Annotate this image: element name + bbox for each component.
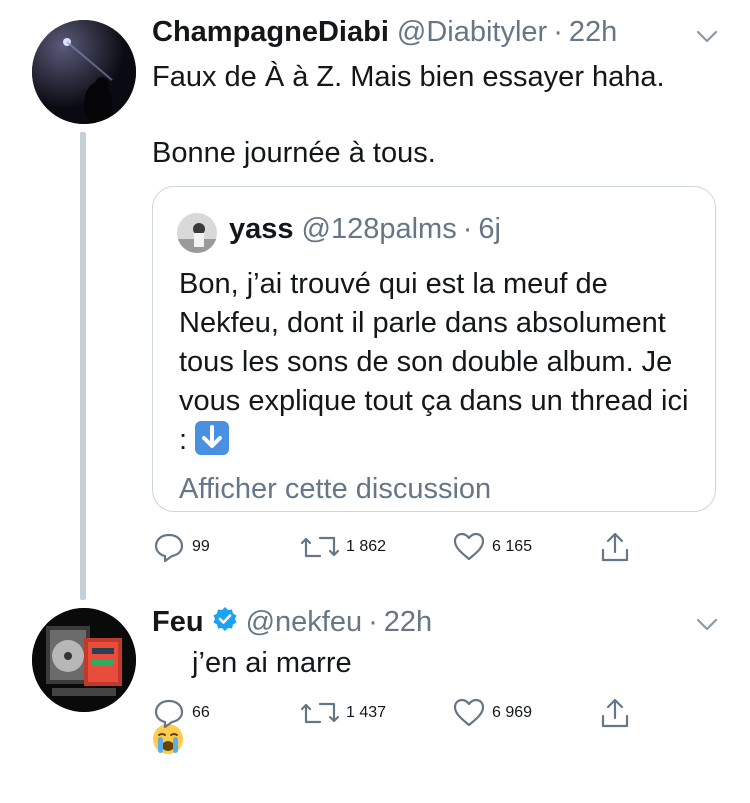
- quoted-text-body: Bon, j’ai trouvé qui est la meuf de Nekf…: [179, 268, 689, 456]
- verified-badge-icon: [212, 606, 238, 640]
- share-icon: [601, 698, 629, 728]
- quoted-timestamp: 6j: [478, 213, 501, 245]
- heart-icon: [453, 532, 485, 561]
- retweet-count: 1 437: [346, 704, 387, 721]
- down-arrow-emoji-icon: [195, 421, 230, 455]
- tweet-champagnediabi[interactable]: ChampagneDiabi @Diabityler · 22h Faux de…: [0, 0, 750, 600]
- show-thread-link[interactable]: Afficher cette discussion: [179, 473, 491, 506]
- tweet-feu[interactable]: Feu @nekfeu · 22h j’en ai marre 66 1 437…: [0, 600, 750, 754]
- heart-icon: [453, 698, 485, 727]
- reply-count: 99: [192, 538, 210, 555]
- reply-button[interactable]: 66: [152, 696, 210, 730]
- reply-count: 66: [192, 704, 210, 721]
- tweet-header: Feu @nekfeu · 22h: [152, 606, 432, 640]
- separator: ·: [462, 213, 473, 245]
- reply-icon: [154, 699, 184, 729]
- like-button[interactable]: 6 165: [452, 530, 532, 564]
- avatar[interactable]: [32, 608, 136, 712]
- reply-button[interactable]: 99: [152, 530, 210, 564]
- quoted-avatar: [177, 213, 217, 253]
- share-button[interactable]: [598, 696, 632, 730]
- like-count: 6 165: [492, 538, 533, 555]
- author-handle[interactable]: @nekfeu: [246, 606, 363, 639]
- tweet-text-body: j’en ai marre: [184, 647, 352, 679]
- retweet-icon: [300, 702, 340, 724]
- like-count: 6 969: [492, 704, 533, 721]
- quoted-author-handle: @128palms: [301, 213, 457, 245]
- share-button[interactable]: [598, 530, 632, 564]
- retweet-button[interactable]: 1 437: [300, 696, 386, 730]
- retweet-icon: [300, 536, 340, 558]
- quoted-text: Bon, j’ai trouvé qui est la meuf de Nekf…: [179, 265, 699, 460]
- retweet-button[interactable]: 1 862: [300, 530, 386, 564]
- separator: ·: [553, 16, 563, 48]
- avatar[interactable]: [32, 20, 136, 124]
- tweet-text: j’en ai marre: [152, 644, 712, 754]
- quoted-tweet[interactable]: yass @128palms · 6j Bon, j’ai trouvé qui…: [152, 186, 716, 512]
- timestamp[interactable]: 22h: [569, 16, 617, 49]
- tweet-text: Faux de À à Z. Mais bien essayer haha. B…: [152, 61, 665, 169]
- timestamp[interactable]: 22h: [384, 606, 432, 639]
- crying-face-emoji-icon: [152, 647, 184, 754]
- quoted-header: yass @128palms · 6j: [229, 213, 501, 246]
- author-name[interactable]: Feu: [152, 606, 204, 639]
- separator: ·: [368, 606, 378, 638]
- reply-icon: [154, 533, 184, 563]
- chevron-down-icon[interactable]: [692, 610, 722, 640]
- author-name[interactable]: ChampagneDiabi: [152, 16, 389, 49]
- quoted-author-name: yass: [229, 213, 294, 245]
- author-handle[interactable]: @Diabityler: [397, 16, 547, 49]
- retweet-count: 1 862: [346, 538, 387, 555]
- share-icon: [601, 532, 629, 562]
- chevron-down-icon[interactable]: [692, 22, 722, 52]
- thread-line: [80, 132, 86, 600]
- tweet-header: ChampagneDiabi @Diabityler · 22h: [152, 16, 617, 49]
- like-button[interactable]: 6 969: [452, 696, 532, 730]
